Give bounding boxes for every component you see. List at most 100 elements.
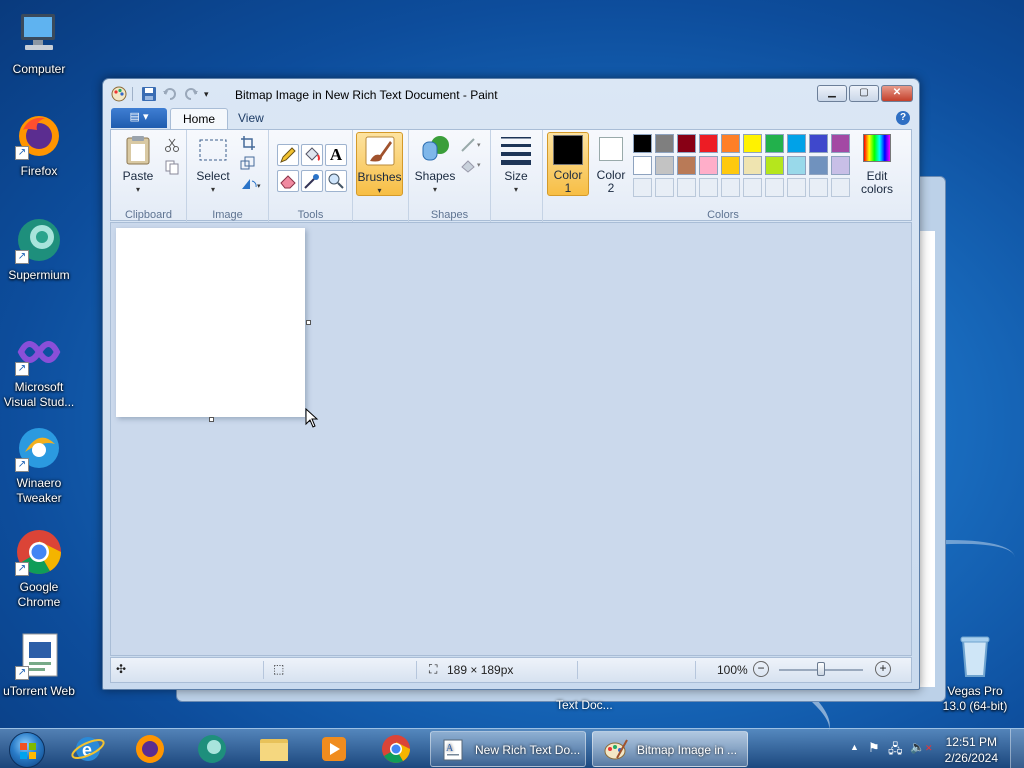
desktop-icon-supermium[interactable]: ↗ Supermium [0, 216, 78, 283]
taskbar-firefox-button[interactable] [124, 731, 176, 767]
paint-menu-button[interactable]: ▤ ▾ [111, 108, 167, 128]
zoom-in-button[interactable]: + [875, 661, 891, 677]
palette-swatch[interactable] [765, 134, 784, 153]
resize-handle-bottom[interactable] [209, 417, 214, 422]
palette-swatch[interactable] [809, 156, 828, 175]
minimize-button[interactable]: ▁ [817, 85, 847, 102]
clock-date: 2/26/2024 [944, 751, 998, 765]
palette-swatch[interactable] [765, 156, 784, 175]
tab-home[interactable]: Home [170, 108, 229, 129]
palette-swatch-empty[interactable] [743, 178, 762, 197]
palette-swatch[interactable] [721, 134, 740, 153]
zoom-slider-thumb[interactable] [817, 662, 825, 676]
help-icon[interactable]: ? [896, 111, 910, 125]
palette-swatch[interactable] [721, 156, 740, 175]
desktop-icon-chrome[interactable]: ↗ Google Chrome [0, 528, 78, 610]
computer-icon [15, 10, 63, 58]
palette-swatch-empty[interactable] [633, 178, 652, 197]
pencil-icon[interactable] [277, 144, 299, 166]
palette-swatch[interactable] [633, 134, 652, 153]
taskbar-supermium-button[interactable] [186, 731, 238, 767]
desktop-icon-winaero[interactable]: ↗ Winaero Tweaker [0, 424, 78, 506]
palette-swatch[interactable] [655, 156, 674, 175]
action-center-flag-icon[interactable]: ⚑ [868, 740, 880, 756]
cut-icon[interactable] [163, 136, 181, 154]
palette-swatch-empty[interactable] [787, 178, 806, 197]
customize-toolbar-chevron-icon[interactable]: ▾ [204, 86, 220, 102]
paste-button[interactable]: Paste ▾ [117, 134, 159, 196]
tab-view[interactable]: View [226, 108, 276, 129]
desktop-icon-visual-studio[interactable]: ↗ Microsoft Visual Stud... [0, 328, 78, 410]
palette-swatch[interactable] [699, 156, 718, 175]
palette-swatch-empty[interactable] [655, 178, 674, 197]
desktop-icon-computer[interactable]: Computer [0, 10, 78, 77]
desktop-icon-vegas[interactable]: Vegas Pro 13.0 (64-bit) [936, 632, 1014, 714]
notification-area: ▲ ⚑ 🖧 🔈✕ 12:51 PM 2/26/2024 [834, 729, 1024, 768]
paint-app-icon[interactable] [111, 86, 127, 102]
outline-icon[interactable]: ▾ [459, 136, 485, 154]
palette-swatch-empty[interactable] [765, 178, 784, 197]
palette-swatch-empty[interactable] [809, 178, 828, 197]
copy-icon[interactable] [163, 158, 181, 176]
color1-button[interactable]: Color 1 [547, 132, 589, 196]
canvas-area[interactable] [110, 222, 912, 656]
size-button[interactable]: Size ▾ [497, 134, 535, 196]
clock[interactable]: 12:51 PM 2/26/2024 [945, 734, 998, 766]
crop-icon[interactable] [239, 134, 257, 152]
palette-swatch[interactable] [787, 134, 806, 153]
maximize-button[interactable]: ▢ [849, 85, 879, 102]
taskbar-chrome-button[interactable] [370, 731, 422, 767]
network-icon[interactable]: 🖧 [888, 740, 903, 762]
select-button[interactable]: Select ▾ [193, 134, 233, 196]
palette-swatch[interactable] [677, 156, 696, 175]
title-bar[interactable]: ▾ Bitmap Image in New Rich Text Document… [103, 79, 919, 109]
fill-icon[interactable]: ▾ [459, 156, 485, 174]
palette-swatch[interactable] [743, 156, 762, 175]
resize-icon[interactable] [239, 154, 257, 172]
color-picker-icon[interactable] [301, 170, 323, 192]
rotate-icon[interactable]: ▾ [239, 174, 263, 192]
shapes-button[interactable]: Shapes ▾ [413, 134, 457, 196]
taskbar-media-player-button[interactable] [308, 731, 360, 767]
drawing-canvas[interactable] [116, 228, 305, 417]
start-button[interactable] [4, 730, 50, 768]
select-rectangle-icon [197, 134, 229, 166]
magnifier-icon[interactable] [325, 170, 347, 192]
palette-swatch-empty[interactable] [831, 178, 850, 197]
eraser-icon[interactable] [277, 170, 299, 192]
desktop-icon-utorrent[interactable]: ↗ uTorrent Web [0, 632, 78, 699]
palette-swatch[interactable] [655, 134, 674, 153]
volume-muted-icon[interactable]: 🔈✕ [910, 740, 933, 754]
text-icon[interactable]: A [325, 144, 347, 166]
resize-handle-right[interactable] [306, 320, 311, 325]
palette-swatch[interactable] [809, 134, 828, 153]
show-desktop-button[interactable] [1010, 729, 1024, 768]
redo-icon[interactable] [183, 86, 199, 102]
desktop-icon-firefox[interactable]: ↗ Firefox [0, 112, 78, 179]
palette-swatch[interactable] [677, 134, 696, 153]
taskbar-explorer-button[interactable] [248, 731, 300, 767]
save-icon[interactable] [141, 86, 157, 102]
shortcut-arrow-icon: ↗ [15, 146, 29, 160]
undo-icon[interactable] [162, 86, 178, 102]
palette-swatch[interactable] [633, 156, 652, 175]
palette-swatch[interactable] [787, 156, 806, 175]
fill-bucket-icon[interactable] [301, 144, 323, 166]
palette-swatch[interactable] [743, 134, 762, 153]
brushes-button[interactable]: Brushes ▾ [356, 132, 403, 196]
palette-swatch-empty[interactable] [721, 178, 740, 197]
show-hidden-icons-button[interactable]: ▲ [850, 742, 859, 752]
taskbar-task-wordpad[interactable]: A New Rich Text Do... [430, 731, 586, 767]
palette-swatch-empty[interactable] [677, 178, 696, 197]
palette-swatch[interactable] [699, 134, 718, 153]
color2-button[interactable]: Color 2 [591, 134, 631, 195]
palette-swatch-empty[interactable] [699, 178, 718, 197]
close-button[interactable]: ✕ [881, 85, 913, 102]
palette-swatch[interactable] [831, 156, 850, 175]
taskbar-task-paint[interactable]: Bitmap Image in ... [592, 731, 748, 767]
palette-swatch[interactable] [831, 134, 850, 153]
zoom-out-button[interactable]: − [753, 661, 769, 677]
edit-colors-button[interactable]: Edit colors [855, 134, 899, 196]
taskbar-ie-button[interactable]: e [62, 731, 114, 767]
paint-window[interactable]: ▾ Bitmap Image in New Rich Text Document… [102, 78, 920, 690]
